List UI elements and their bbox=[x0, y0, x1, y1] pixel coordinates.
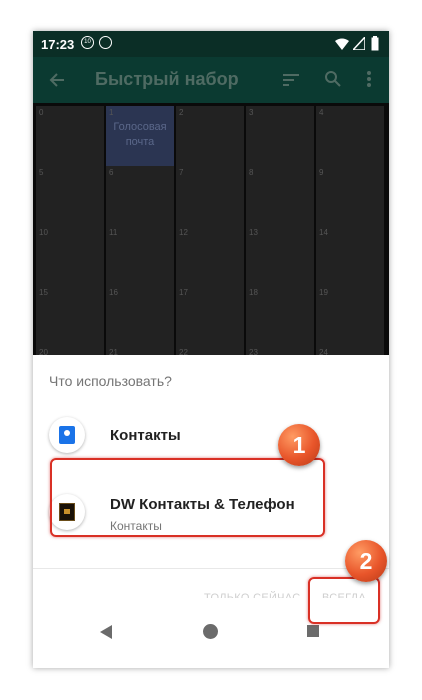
speed-dial-cell[interactable]: 5 bbox=[36, 166, 104, 234]
app-title: Быстрый набор bbox=[95, 69, 239, 89]
speed-dial-cell[interactable]: 11 bbox=[106, 226, 174, 294]
cell-number: 16 bbox=[109, 288, 118, 297]
sort-icon[interactable] bbox=[283, 73, 299, 87]
speed-dial-cell[interactable]: 0 bbox=[36, 106, 104, 174]
status-bar: 17:23 10 bbox=[33, 31, 389, 57]
cell-number: 18 bbox=[249, 288, 258, 297]
speed-dial-cell[interactable]: 4 bbox=[316, 106, 384, 174]
speed-dial-cell[interactable]: 13 bbox=[246, 226, 314, 294]
cell-number: 4 bbox=[319, 108, 324, 117]
data-saver-icon: 10 bbox=[81, 36, 94, 49]
cell-number: 3 bbox=[249, 108, 254, 117]
nav-back-icon[interactable] bbox=[100, 625, 112, 639]
speed-dial-cell[interactable]: 17 bbox=[176, 286, 244, 354]
speed-dial-cell[interactable]: 14 bbox=[316, 226, 384, 294]
cell-number: 19 bbox=[319, 288, 328, 297]
speed-dial-cell[interactable]: 19 bbox=[316, 286, 384, 354]
search-icon[interactable] bbox=[325, 71, 341, 87]
highlight-always-button bbox=[308, 577, 380, 624]
cell-number: 11 bbox=[109, 228, 118, 237]
back-arrow-icon[interactable] bbox=[49, 72, 65, 88]
cell-number: 12 bbox=[179, 228, 188, 237]
speed-dial-cell[interactable]: 9 bbox=[316, 166, 384, 234]
divider bbox=[33, 568, 389, 569]
speed-dial-cell[interactable]: 7 bbox=[176, 166, 244, 234]
cell-number: 0 bbox=[39, 108, 44, 117]
cell-number: 7 bbox=[179, 168, 184, 177]
cell-number: 10 bbox=[39, 228, 48, 237]
nav-recents-icon[interactable] bbox=[307, 625, 319, 637]
cell-number: 13 bbox=[249, 228, 258, 237]
speed-dial-grid: 0 1 Голосовая почта 2 3 4 5 6 7 8 9 10 11… bbox=[33, 103, 389, 414]
wifi-icon bbox=[335, 38, 349, 50]
status-time: 17:23 bbox=[41, 37, 75, 52]
voicemail-label: Голосовая почта bbox=[113, 121, 167, 148]
speed-dial-cell[interactable]: 16 bbox=[106, 286, 174, 354]
cell-number: 1 bbox=[109, 108, 114, 117]
app-name: Контакты bbox=[110, 427, 181, 444]
speed-dial-cell[interactable]: 8 bbox=[246, 166, 314, 234]
speed-dial-cell[interactable]: 15 bbox=[36, 286, 104, 354]
sync-icon bbox=[99, 36, 112, 49]
cell-number: 17 bbox=[179, 288, 188, 297]
speed-dial-cell[interactable]: 10 bbox=[36, 226, 104, 294]
cell-number: 6 bbox=[109, 168, 114, 177]
cell-number: 9 bbox=[319, 168, 324, 177]
cell-number: 14 bbox=[319, 228, 328, 237]
step-badge-1: 1 bbox=[278, 424, 320, 466]
step-badge-2: 2 bbox=[345, 540, 387, 582]
speed-dial-cell[interactable]: 3 bbox=[246, 106, 314, 174]
cellular-icon bbox=[353, 37, 365, 50]
nav-home-icon[interactable] bbox=[203, 624, 218, 639]
contacts-app-icon bbox=[49, 417, 85, 453]
cell-number: 15 bbox=[39, 288, 48, 297]
highlight-dw-contacts bbox=[50, 458, 325, 537]
speed-dial-cell[interactable]: 12 bbox=[176, 226, 244, 294]
speed-dial-cell[interactable]: 18 bbox=[246, 286, 314, 354]
speed-dial-cell[interactable]: 2 bbox=[176, 106, 244, 174]
cell-number: 2 bbox=[179, 108, 184, 117]
speed-dial-cell[interactable]: 6 bbox=[106, 166, 174, 234]
more-vert-icon[interactable] bbox=[367, 71, 371, 87]
dialog-title: Что использовать? bbox=[49, 373, 172, 389]
speed-dial-cell-voicemail[interactable]: 1 Голосовая почта bbox=[106, 106, 174, 174]
cell-number: 5 bbox=[39, 168, 44, 177]
cell-number: 8 bbox=[249, 168, 254, 177]
app-bar: Быстрый набор bbox=[33, 57, 389, 103]
phone-screen: 17:23 10 Быстрый набор 0 1 Голосовая почт… bbox=[33, 31, 389, 668]
battery-icon bbox=[371, 36, 379, 51]
